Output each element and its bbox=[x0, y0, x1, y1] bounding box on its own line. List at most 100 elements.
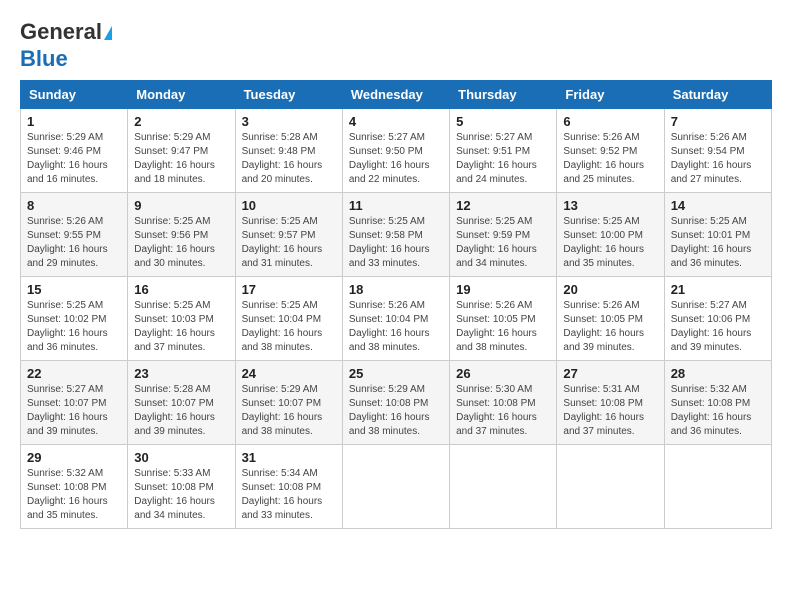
day-number: 19 bbox=[456, 282, 550, 297]
calendar-week-5: 29Sunrise: 5:32 AMSunset: 10:08 PMDaylig… bbox=[21, 445, 772, 529]
calendar-cell: 28 Sunrise: 5:32 AMSunset: 10:08 PMDaylig… bbox=[664, 361, 771, 445]
day-info: Sunrise: 5:27 AMSunset: 9:50 PMDaylight:… bbox=[349, 131, 443, 187]
day-number: 13 bbox=[563, 198, 657, 213]
day-number: 12 bbox=[456, 198, 550, 213]
day-info: Sunrise: 5:27 AMSunset: 9:51 PMDaylight:… bbox=[456, 131, 550, 187]
calendar-week-1: 1Sunrise: 5:29 AMSunset: 9:46 PMDaylight… bbox=[21, 109, 772, 193]
weekday-header-row: SundayMondayTuesdayWednesdayThursdayFrid… bbox=[21, 81, 772, 109]
day-number: 4 bbox=[349, 114, 443, 129]
calendar-cell: 3 Sunrise: 5:28 AMSunset: 9:48 PMDaylight… bbox=[235, 109, 342, 193]
calendar-cell: 19Sunrise: 5:26 AMSunset: 10:05 PMDaylig… bbox=[450, 277, 557, 361]
calendar-cell: 14 Sunrise: 5:25 AMSunset: 10:01 PMDaylig… bbox=[664, 193, 771, 277]
calendar-cell: 18 Sunrise: 5:26 AMSunset: 10:04 PMDaylig… bbox=[342, 277, 449, 361]
calendar-cell: 7 Sunrise: 5:26 AMSunset: 9:54 PMDaylight… bbox=[664, 109, 771, 193]
calendar-week-2: 8 Sunrise: 5:26 AMSunset: 9:55 PMDaylight… bbox=[21, 193, 772, 277]
day-info: Sunrise: 5:32 AMSunset: 10:08 PMDaylight… bbox=[27, 467, 121, 523]
day-info: Sunrise: 5:25 AMSunset: 9:59 PMDaylight:… bbox=[456, 215, 550, 271]
logo-blue: Blue bbox=[20, 46, 68, 72]
day-info: Sunrise: 5:26 AMSunset: 10:04 PMDaylight… bbox=[349, 299, 443, 355]
logo: General Blue bbox=[20, 20, 112, 72]
day-number: 1 bbox=[27, 114, 121, 129]
day-info: Sunrise: 5:26 AMSunset: 9:54 PMDaylight:… bbox=[671, 131, 765, 187]
calendar-cell: 29Sunrise: 5:32 AMSunset: 10:08 PMDaylig… bbox=[21, 445, 128, 529]
day-number: 14 bbox=[671, 198, 765, 213]
day-number: 8 bbox=[27, 198, 121, 213]
day-info: Sunrise: 5:25 AMSunset: 10:02 PMDaylight… bbox=[27, 299, 121, 355]
day-number: 28 bbox=[671, 366, 765, 381]
weekday-header-friday: Friday bbox=[557, 81, 664, 109]
calendar-cell: 21 Sunrise: 5:27 AMSunset: 10:06 PMDaylig… bbox=[664, 277, 771, 361]
day-number: 6 bbox=[563, 114, 657, 129]
day-number: 18 bbox=[349, 282, 443, 297]
weekday-header-sunday: Sunday bbox=[21, 81, 128, 109]
calendar-cell: 24 Sunrise: 5:29 AMSunset: 10:07 PMDaylig… bbox=[235, 361, 342, 445]
day-number: 5 bbox=[456, 114, 550, 129]
calendar-cell: 12 Sunrise: 5:25 AMSunset: 9:59 PMDayligh… bbox=[450, 193, 557, 277]
calendar-cell: 22 Sunrise: 5:27 AMSunset: 10:07 PMDaylig… bbox=[21, 361, 128, 445]
logo-text: General bbox=[20, 20, 112, 44]
weekday-header-saturday: Saturday bbox=[664, 81, 771, 109]
calendar-cell: 13Sunrise: 5:25 AMSunset: 10:00 PMDaylig… bbox=[557, 193, 664, 277]
day-number: 10 bbox=[242, 198, 336, 213]
calendar-cell: 5 Sunrise: 5:27 AMSunset: 9:51 PMDaylight… bbox=[450, 109, 557, 193]
calendar-cell bbox=[664, 445, 771, 529]
day-info: Sunrise: 5:25 AMSunset: 10:04 PMDaylight… bbox=[242, 299, 336, 355]
day-info: Sunrise: 5:28 AMSunset: 9:48 PMDaylight:… bbox=[242, 131, 336, 187]
day-number: 9 bbox=[134, 198, 228, 213]
day-info: Sunrise: 5:25 AMSunset: 9:57 PMDaylight:… bbox=[242, 215, 336, 271]
calendar-cell: 11 Sunrise: 5:25 AMSunset: 9:58 PMDayligh… bbox=[342, 193, 449, 277]
page-header: General Blue bbox=[20, 20, 772, 72]
day-info: Sunrise: 5:30 AMSunset: 10:08 PMDaylight… bbox=[456, 383, 550, 439]
day-info: Sunrise: 5:25 AMSunset: 9:56 PMDaylight:… bbox=[134, 215, 228, 271]
calendar-cell: 31 Sunrise: 5:34 AMSunset: 10:08 PMDaylig… bbox=[235, 445, 342, 529]
calendar-cell: 4 Sunrise: 5:27 AMSunset: 9:50 PMDaylight… bbox=[342, 109, 449, 193]
calendar-cell: 1Sunrise: 5:29 AMSunset: 9:46 PMDaylight… bbox=[21, 109, 128, 193]
day-number: 26 bbox=[456, 366, 550, 381]
day-number: 11 bbox=[349, 198, 443, 213]
day-info: Sunrise: 5:28 AMSunset: 10:07 PMDaylight… bbox=[134, 383, 228, 439]
calendar-week-4: 22 Sunrise: 5:27 AMSunset: 10:07 PMDaylig… bbox=[21, 361, 772, 445]
calendar-table: SundayMondayTuesdayWednesdayThursdayFrid… bbox=[20, 80, 772, 529]
calendar-cell: 23 Sunrise: 5:28 AMSunset: 10:07 PMDaylig… bbox=[128, 361, 235, 445]
weekday-header-monday: Monday bbox=[128, 81, 235, 109]
day-info: Sunrise: 5:34 AMSunset: 10:08 PMDaylight… bbox=[242, 467, 336, 523]
day-number: 3 bbox=[242, 114, 336, 129]
day-number: 27 bbox=[563, 366, 657, 381]
day-info: Sunrise: 5:25 AMSunset: 10:01 PMDaylight… bbox=[671, 215, 765, 271]
calendar-cell: 2Sunrise: 5:29 AMSunset: 9:47 PMDaylight… bbox=[128, 109, 235, 193]
day-info: Sunrise: 5:32 AMSunset: 10:08 PMDaylight… bbox=[671, 383, 765, 439]
calendar-cell: 27 Sunrise: 5:31 AMSunset: 10:08 PMDaylig… bbox=[557, 361, 664, 445]
calendar-cell bbox=[557, 445, 664, 529]
day-info: Sunrise: 5:29 AMSunset: 10:07 PMDaylight… bbox=[242, 383, 336, 439]
day-number: 21 bbox=[671, 282, 765, 297]
weekday-header-tuesday: Tuesday bbox=[235, 81, 342, 109]
weekday-header-wednesday: Wednesday bbox=[342, 81, 449, 109]
day-info: Sunrise: 5:25 AMSunset: 9:58 PMDaylight:… bbox=[349, 215, 443, 271]
day-info: Sunrise: 5:26 AMSunset: 10:05 PMDaylight… bbox=[563, 299, 657, 355]
day-number: 23 bbox=[134, 366, 228, 381]
day-number: 7 bbox=[671, 114, 765, 129]
day-number: 17 bbox=[242, 282, 336, 297]
day-info: Sunrise: 5:26 AMSunset: 9:52 PMDaylight:… bbox=[563, 131, 657, 187]
day-info: Sunrise: 5:27 AMSunset: 10:07 PMDaylight… bbox=[27, 383, 121, 439]
day-number: 20 bbox=[563, 282, 657, 297]
day-number: 15 bbox=[27, 282, 121, 297]
calendar-cell bbox=[342, 445, 449, 529]
calendar-cell: 17 Sunrise: 5:25 AMSunset: 10:04 PMDaylig… bbox=[235, 277, 342, 361]
day-number: 31 bbox=[242, 450, 336, 465]
calendar-cell: 6 Sunrise: 5:26 AMSunset: 9:52 PMDaylight… bbox=[557, 109, 664, 193]
calendar-cell: 10 Sunrise: 5:25 AMSunset: 9:57 PMDayligh… bbox=[235, 193, 342, 277]
calendar-cell: 30Sunrise: 5:33 AMSunset: 10:08 PMDaylig… bbox=[128, 445, 235, 529]
day-info: Sunrise: 5:26 AMSunset: 9:55 PMDaylight:… bbox=[27, 215, 121, 271]
day-info: Sunrise: 5:31 AMSunset: 10:08 PMDaylight… bbox=[563, 383, 657, 439]
calendar-cell: 26 Sunrise: 5:30 AMSunset: 10:08 PMDaylig… bbox=[450, 361, 557, 445]
day-info: Sunrise: 5:25 AMSunset: 10:03 PMDaylight… bbox=[134, 299, 228, 355]
day-info: Sunrise: 5:29 AMSunset: 10:08 PMDaylight… bbox=[349, 383, 443, 439]
day-number: 30 bbox=[134, 450, 228, 465]
weekday-header-thursday: Thursday bbox=[450, 81, 557, 109]
calendar-cell: 16Sunrise: 5:25 AMSunset: 10:03 PMDaylig… bbox=[128, 277, 235, 361]
calendar-cell: 15 Sunrise: 5:25 AMSunset: 10:02 PMDaylig… bbox=[21, 277, 128, 361]
day-number: 22 bbox=[27, 366, 121, 381]
day-number: 24 bbox=[242, 366, 336, 381]
day-info: Sunrise: 5:27 AMSunset: 10:06 PMDaylight… bbox=[671, 299, 765, 355]
